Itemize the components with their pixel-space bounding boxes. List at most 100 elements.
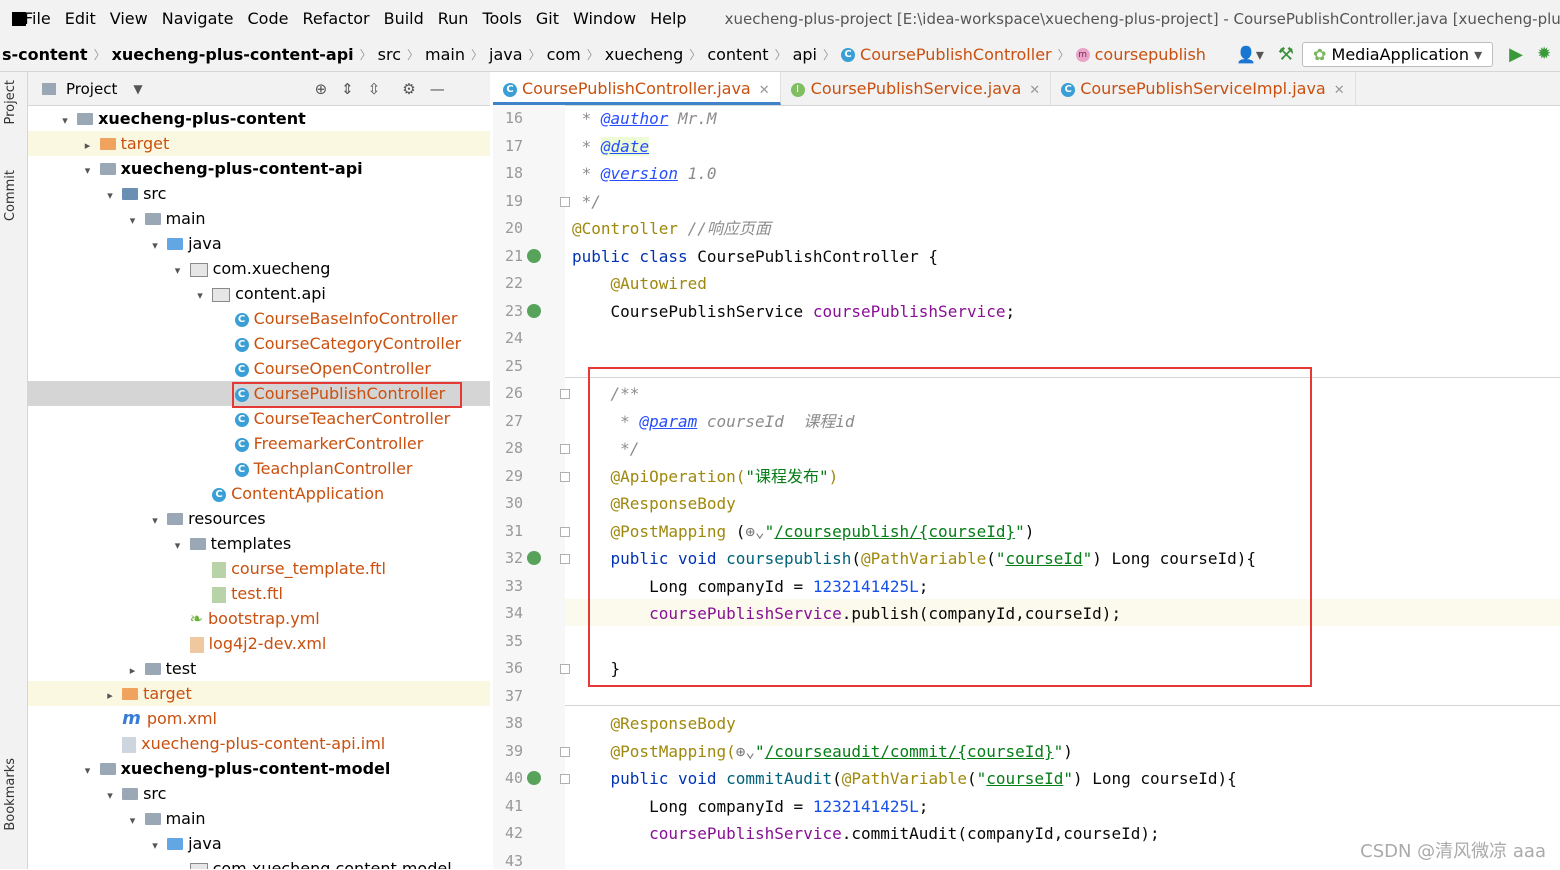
breadcrumb-item[interactable]: src (378, 45, 401, 64)
chevron-down-icon[interactable]: ▾ (58, 108, 72, 133)
spring-bean-gutter-icon[interactable] (527, 248, 541, 263)
tree-item[interactable]: ▾ xuecheng-plus-content-api (28, 156, 490, 181)
chevron-down-icon[interactable]: ▾ (171, 533, 185, 558)
tree-item[interactable]: ▾ templates (28, 531, 490, 556)
chevron-down-icon[interactable]: ▾ (148, 833, 162, 858)
menu-view[interactable]: View (110, 9, 148, 28)
editor-tab[interactable]: C CoursePublishServiceImpl.java ✕ (1051, 72, 1356, 105)
project-panel-title[interactable]: Project (66, 80, 117, 98)
breadcrumb-item[interactable]: content (707, 45, 768, 64)
chevron-down-icon[interactable]: ▾ (193, 283, 207, 308)
tree-item[interactable]: ▾ xuecheng-plus-content-model (28, 756, 490, 781)
menu-run[interactable]: Run (438, 9, 469, 28)
chevron-down-icon[interactable]: ▾ (81, 158, 95, 183)
locate-icon[interactable]: ⊕ (315, 80, 328, 98)
breadcrumb-item[interactable]: java (489, 45, 523, 64)
breadcrumb-class[interactable]: C CoursePublishController (841, 45, 1052, 64)
chevron-down-icon[interactable]: ▼ (133, 82, 142, 96)
tree-item[interactable]: m pom.xml (28, 706, 490, 731)
code-line[interactable]: @ResponseBody (572, 710, 736, 737)
code-line[interactable]: * @version 1.0 (572, 160, 717, 187)
bookmarks-tool-tab[interactable]: Bookmarks (3, 758, 18, 831)
tree-item[interactable]: ▸ target (28, 131, 490, 156)
breadcrumb-item[interactable]: api (793, 45, 817, 64)
tree-item[interactable]: course_template.ftl (28, 556, 490, 581)
spring-bean-gutter-icon[interactable] (527, 551, 541, 565)
menu-refactor[interactable]: Refactor (302, 9, 369, 28)
breadcrumb-item[interactable]: main (425, 45, 465, 64)
menu-code[interactable]: Code (248, 9, 289, 28)
chevron-down-icon[interactable]: ▾ (148, 508, 162, 533)
chevron-down-icon[interactable]: ▾ (126, 808, 140, 833)
collapse-all-icon[interactable]: ⇳ (368, 80, 381, 98)
tree-item[interactable]: C TeachplanController (28, 456, 490, 481)
tree-item[interactable]: ▸ test (28, 656, 490, 681)
run-config-select[interactable]: ✿ MediaApplication ▾ (1302, 41, 1494, 67)
spring-bean-gutter-icon[interactable] (527, 771, 541, 785)
code-line[interactable]: Long companyId = 1232141425L; (572, 793, 928, 820)
close-icon[interactable]: ✕ (1334, 83, 1345, 98)
menu-build[interactable]: Build (384, 9, 424, 28)
user-icon[interactable]: 👤▾ (1236, 45, 1264, 64)
code-line[interactable]: @Autowired (572, 270, 707, 297)
menu-window[interactable]: Window (573, 9, 636, 28)
editor-tab[interactable]: C CoursePublishController.java ✕ (493, 72, 781, 105)
commit-tool-tab[interactable]: Commit (3, 170, 18, 221)
chevron-right-icon[interactable]: ▸ (103, 683, 117, 708)
editor-tab[interactable]: I CoursePublishService.java ✕ (781, 72, 1052, 105)
tree-item[interactable]: ❧ bootstrap.yml (28, 606, 490, 631)
breadcrumb-item[interactable]: xuecheng (605, 45, 684, 64)
tree-item[interactable]: C CourseOpenController (28, 356, 490, 381)
close-icon[interactable]: ✕ (1029, 83, 1040, 98)
chevron-down-icon[interactable]: ▾ (81, 758, 95, 783)
tree-item[interactable]: xuecheng-plus-content-api.iml (28, 731, 490, 756)
code-line[interactable]: * @author Mr.M (572, 105, 717, 132)
tree-item[interactable]: C CourseCategoryController (28, 331, 490, 356)
tree-item[interactable]: ▾ main (28, 206, 490, 231)
breadcrumb-item[interactable]: com (547, 45, 581, 64)
project-tool-tab[interactable]: Project (3, 80, 18, 124)
code-line[interactable]: CoursePublishService coursePublishServic… (572, 298, 1016, 325)
chevron-down-icon[interactable]: ▾ (103, 183, 117, 208)
code-line[interactable]: */ (572, 188, 601, 215)
code-line[interactable]: @PostMapping(⊕⌄"/courseaudit/commit/{cou… (572, 738, 1073, 765)
tree-item[interactable]: C FreemarkerController (28, 431, 490, 456)
breadcrumb-item[interactable]: xuecheng-plus-content-api (112, 45, 354, 64)
tree-item[interactable]: com.xuecheng.content.model (28, 856, 490, 869)
hide-icon[interactable]: — (430, 80, 445, 98)
code-line[interactable]: @Controller //响应页面 (572, 215, 771, 242)
expand-all-icon[interactable]: ⇕ (341, 80, 354, 98)
tree-item[interactable]: C CourseBaseInfoController (28, 306, 490, 331)
tree-item[interactable]: ▾ java (28, 231, 490, 256)
chevron-right-icon[interactable]: ▸ (126, 658, 140, 683)
menu-edit[interactable]: Edit (65, 9, 96, 28)
breadcrumb-method[interactable]: m coursepublish (1075, 45, 1206, 64)
tree-item[interactable]: C CourseTeacherController (28, 406, 490, 431)
build-hammer-icon[interactable]: ⚒ (1278, 44, 1294, 65)
close-icon[interactable]: ✕ (759, 83, 770, 98)
tree-item[interactable]: test.ftl (28, 581, 490, 606)
tree-item[interactable]: ▾ xuecheng-plus-content (28, 106, 490, 131)
run-icon[interactable]: ▶ (1509, 44, 1523, 65)
menu-file[interactable]: File (24, 9, 51, 28)
chevron-down-icon[interactable]: ▾ (103, 783, 117, 808)
gear-icon[interactable]: ⚙ (402, 80, 415, 98)
tree-item[interactable]: ▸ target (28, 681, 490, 706)
menu-tools[interactable]: Tools (482, 9, 521, 28)
code-line[interactable]: public class CoursePublishController { (572, 243, 938, 270)
tree-item[interactable]: C ContentApplication (28, 481, 490, 506)
tree-item[interactable]: ▾ main (28, 806, 490, 831)
tree-item[interactable]: ▾ java (28, 831, 490, 856)
menu-navigate[interactable]: Navigate (162, 9, 234, 28)
chevron-down-icon[interactable]: ▾ (126, 208, 140, 233)
tree-item[interactable]: ▾ com.xuecheng (28, 256, 490, 281)
tree-item[interactable]: log4j2-dev.xml (28, 631, 490, 656)
tree-item[interactable]: ▾ src (28, 181, 490, 206)
spring-bean-gutter-icon[interactable] (527, 303, 541, 318)
tree-item[interactable]: ▾ content.api (28, 281, 490, 306)
code-line[interactable]: coursePublishService.commitAudit(company… (572, 820, 1160, 847)
chevron-down-icon[interactable]: ▾ (148, 233, 162, 258)
chevron-down-icon[interactable]: ▾ (171, 258, 185, 283)
tree-item[interactable]: ▾ src (28, 781, 490, 806)
breadcrumb-item[interactable]: s-content (2, 45, 88, 64)
